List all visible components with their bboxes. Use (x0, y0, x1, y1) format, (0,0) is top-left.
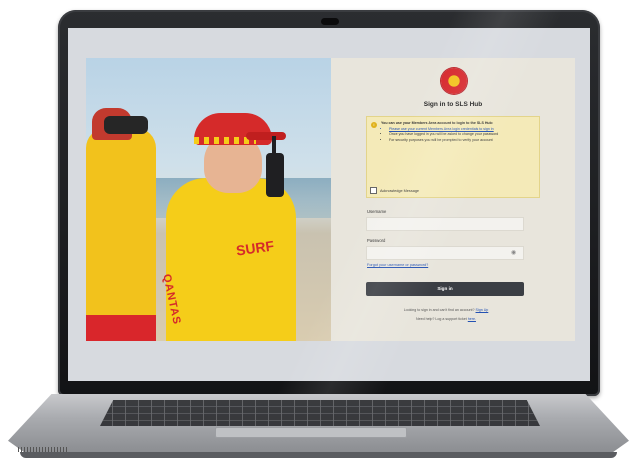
password-input[interactable]: ◉ (366, 246, 524, 260)
cap-brim (246, 132, 286, 140)
acknowledge-checkbox[interactable]: Acknowledge Message (370, 187, 419, 194)
sign-in-button[interactable]: Sign in (366, 282, 524, 296)
checkbox-box[interactable] (370, 187, 377, 194)
sls-logo-icon (441, 68, 467, 94)
members-notice: i You can use your Members Area account … (366, 116, 540, 198)
info-icon: i (371, 122, 377, 128)
password-label: Password (367, 238, 386, 243)
acknowledge-label: Acknowledge Message (380, 188, 420, 193)
notice-item-3: For security purposes you will be prompt… (389, 138, 534, 143)
notice-list: Please use your current Members Area log… (381, 127, 534, 143)
login-panel: Sign in to SLS Hub i You can use your Me… (331, 58, 575, 341)
login-title: Sign in to SLS Hub (423, 101, 483, 108)
forgot-credentials-link[interactable]: Forgot your username or password? (367, 263, 428, 267)
support-help-text: Need help? Log a support ticket (416, 317, 467, 321)
laptop-screen: SURF QANTAS Sign in to SLS Hub i You can… (68, 28, 590, 381)
support-link[interactable]: here. (468, 317, 476, 321)
username-label: Username (367, 209, 387, 214)
username-input[interactable] (366, 217, 524, 231)
lifeguard-main-shirt (166, 178, 296, 341)
eye-icon[interactable]: ◉ (511, 250, 519, 256)
binoculars (104, 116, 148, 134)
webcam (321, 18, 339, 25)
notice-lead: You can use your Members Area account to… (381, 121, 494, 125)
laptop-base-front (20, 452, 617, 458)
lifeguard-with-binoculars (86, 128, 156, 341)
keyboard-rows (100, 400, 540, 426)
signup-help-text: Looking to sign in and can't find an acc… (403, 308, 475, 312)
signup-help: Looking to sign in and can't find an acc… (367, 308, 525, 312)
hero-photo: SURF QANTAS (86, 58, 331, 341)
sign-up-link[interactable]: Sign Up (476, 308, 489, 312)
red-shorts (86, 315, 156, 341)
support-help: Need help? Log a support ticket here. (367, 317, 525, 321)
radio-antenna (272, 136, 276, 154)
two-way-radio (266, 153, 284, 197)
trackpad (215, 427, 407, 438)
